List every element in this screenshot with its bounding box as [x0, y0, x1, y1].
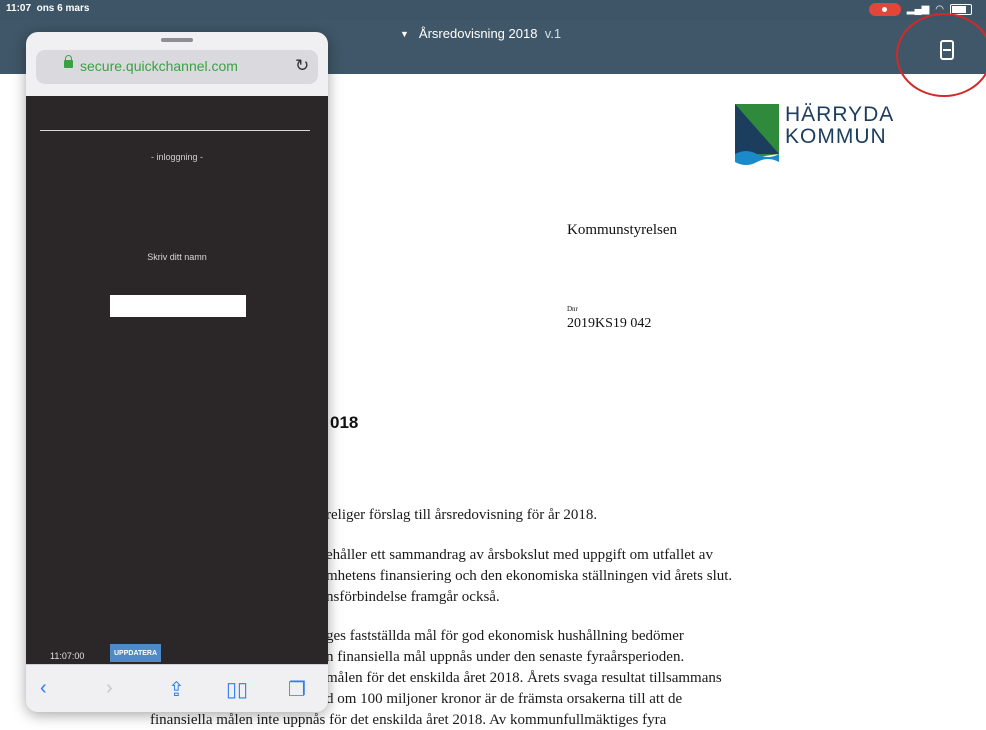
dnr-value: 2019KS19 042: [567, 316, 652, 331]
browser-bottom-toolbar: ‹ › ⇪ ▯▯ ❐: [26, 664, 328, 712]
status-time: 11:07 ons 6 mars: [6, 3, 90, 14]
document-title[interactable]: ▼ Årsredovisning 2018 v.1: [400, 26, 561, 41]
url-text: secure.quickchannel.com: [80, 58, 238, 74]
paragraph-line: ges fastställda mål för god ekonomisk hu…: [326, 628, 684, 644]
drag-handle[interactable]: [161, 38, 193, 42]
login-heading: - inloggning -: [150, 152, 204, 162]
update-button[interactable]: UPPDATERA: [110, 644, 162, 662]
tabs-icon[interactable]: ❐: [288, 677, 306, 702]
paragraph-line: n finansiella mål uppnås under den senas…: [326, 649, 685, 665]
reload-icon[interactable]: ↻: [295, 56, 309, 76]
department-name: Kommunstyrelsen: [567, 222, 677, 238]
document-heading: 018: [330, 413, 359, 432]
slide-over-browser: secure.quickchannel.com ↻ - inloggning -…: [26, 32, 328, 712]
web-content: - inloggning - Skriv ditt namn 11:07:00 …: [26, 96, 328, 664]
paragraph-line: religer förslag till årsredovisning för …: [326, 507, 598, 523]
name-input[interactable]: [110, 295, 246, 317]
lock-icon: [64, 55, 73, 68]
paragraph-line: målen för det enskilda året 2018. Årets …: [326, 670, 722, 686]
bookmarks-icon[interactable]: ▯▯: [226, 677, 248, 702]
screen-recording-icon: [868, 3, 901, 16]
back-icon[interactable]: ‹: [40, 677, 47, 700]
paragraph-line: d om 100 miljoner kronor är de främsta o…: [326, 691, 683, 707]
status-bar: 11:07 ons 6 mars ▂▄▆ ◠: [0, 0, 986, 20]
share-icon[interactable]: ⇪: [168, 677, 185, 702]
address-bar[interactable]: secure.quickchannel.com ↻: [36, 50, 318, 84]
paragraph-line: ehåller ett sammandrag av årsbokslut med…: [326, 547, 713, 563]
logo-text: HÄRRYDA KOMMUN: [785, 103, 895, 148]
annotation-circle: [896, 13, 986, 97]
dnr-label: Dnr: [567, 305, 578, 313]
signal-icon: ▂▄▆: [906, 4, 930, 15]
name-prompt: Skriv ditt namn: [147, 252, 207, 262]
forward-icon[interactable]: ›: [106, 677, 113, 700]
paragraph-line: mhetens finansiering och den ekonomiska …: [326, 568, 733, 584]
paragraph-line: nsförbindelse framgår också.: [326, 589, 500, 605]
divider: [40, 130, 310, 131]
chevron-down-icon: ▼: [400, 28, 409, 39]
clock-text: 11:07:00: [50, 651, 85, 661]
paragraph-line: finansiella målen inte uppnås för det en…: [150, 712, 667, 728]
